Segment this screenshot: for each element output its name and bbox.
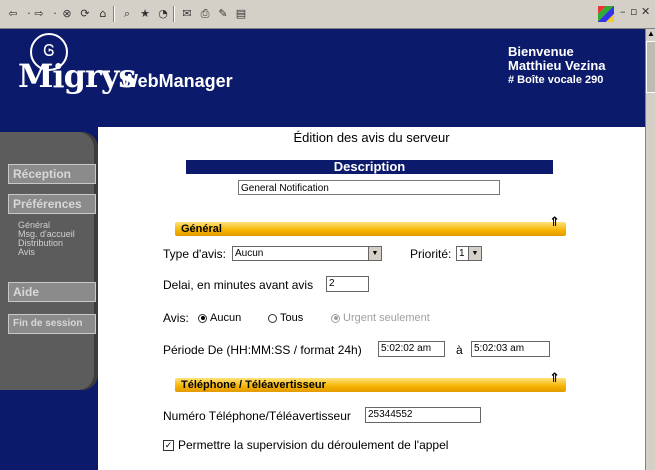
windows-logo-icon: [598, 6, 614, 22]
phone-section-bar: Téléphone / Téléavertisseur ⇑: [175, 372, 566, 392]
refresh-icon[interactable]: ⟳: [78, 7, 92, 21]
period-label: Période De (HH:MM:SS / format 24h): [163, 343, 362, 357]
radio-urgent: Urgent seulement: [331, 312, 430, 324]
back-arrow-icon[interactable]: ⇦: [6, 7, 20, 21]
type-select[interactable]: Aucun ▼: [232, 246, 382, 261]
delay-input[interactable]: 2: [326, 276, 369, 292]
collapse-arrow-icon[interactable]: ⇑: [549, 216, 560, 230]
phone-number-input[interactable]: 25344552: [365, 407, 481, 423]
logo-text: Migrys: [18, 57, 136, 95]
search-icon[interactable]: ⌕: [120, 7, 134, 21]
type-label: Type d'avis:: [163, 247, 226, 261]
main-content: Édition des avis du serveur Description …: [98, 127, 645, 470]
left-nav: Réception Préférences Général Msg. d'acc…: [0, 132, 98, 390]
priority-select-value: 1: [459, 248, 465, 259]
checkbox-box[interactable]: ✓: [163, 440, 174, 452]
nav-item-reception[interactable]: Réception: [8, 164, 96, 184]
general-section-bar: Général ⇑: [175, 216, 566, 236]
app-header: Ꮆ Migrys WebManager Bienvenue Matthieu V…: [0, 29, 645, 127]
welcome-text: Bienvenue: [508, 44, 574, 59]
phone-number-label: Numéro Téléphone/Téléavertisseur: [163, 409, 351, 423]
supervision-checkbox[interactable]: ✓ Permettre la supervision du déroulement…: [163, 438, 448, 452]
stop-icon[interactable]: ⊗: [60, 7, 74, 21]
restore-icon[interactable]: ▫: [630, 5, 637, 18]
period-separator: à: [456, 343, 463, 357]
period-from-input[interactable]: 5:02:02 am: [378, 341, 445, 357]
scroll-up-icon[interactable]: ▲: [647, 29, 655, 38]
app-title: WebManager: [121, 71, 233, 91]
discuss-icon[interactable]: ▤: [234, 7, 248, 21]
dropdown-arrow-icon[interactable]: ▼: [368, 247, 381, 260]
print-icon[interactable]: ⎙: [198, 7, 212, 21]
radio-tous-label: Tous: [280, 312, 304, 324]
mailbox-number: # Boîte vocale 290: [508, 74, 604, 86]
favorites-icon[interactable]: ★: [138, 7, 152, 21]
description-input[interactable]: General Notification: [238, 180, 500, 195]
avis-label: Avis:: [163, 311, 189, 325]
general-section-title: Général: [181, 223, 222, 235]
type-select-value: Aucun: [235, 248, 264, 259]
nav-item-help[interactable]: Aide: [8, 282, 96, 302]
priority-label: Priorité:: [410, 247, 452, 261]
welcome-block: Bienvenue Matthieu Vezina # Boîte vocale…: [508, 45, 606, 87]
nav-subitem-notifications[interactable]: Avis: [18, 247, 35, 257]
nav-item-preferences[interactable]: Préférences: [8, 194, 96, 214]
minimize-icon[interactable]: –: [620, 5, 626, 18]
radio-tous[interactable]: Tous: [268, 312, 303, 324]
radio-urgent-label: Urgent seulement: [343, 312, 430, 324]
radio-aucun-label: Aucun: [210, 312, 242, 324]
supervision-label: Permettre la supervision du déroulement …: [178, 438, 449, 452]
vertical-scrollbar[interactable]: ▲: [645, 29, 655, 470]
history-icon[interactable]: ◔: [156, 7, 170, 21]
delay-label: Delai, en minutes avant avis: [163, 278, 314, 292]
forward-arrow-icon[interactable]: ⇨: [32, 7, 46, 21]
close-icon[interactable]: ✕: [641, 5, 650, 18]
user-name: Matthieu Vezina: [508, 58, 606, 73]
dropdown-arrow-icon[interactable]: ▼: [468, 247, 481, 260]
radio-aucun[interactable]: Aucun: [198, 312, 241, 324]
phone-section-title: Téléphone / Téléavertisseur: [181, 379, 326, 391]
scroll-thumb[interactable]: [646, 41, 655, 93]
edit-icon[interactable]: ✎: [216, 7, 230, 21]
radio-button[interactable]: [268, 313, 277, 323]
nav-item-logout[interactable]: Fin de session: [8, 314, 96, 334]
mail-icon[interactable]: ✉: [180, 7, 194, 21]
page-title: Édition des avis du serveur: [293, 130, 450, 145]
description-header: Description: [186, 160, 553, 174]
collapse-arrow-icon[interactable]: ⇑: [549, 372, 560, 386]
priority-select[interactable]: 1 ▼: [456, 246, 482, 261]
home-icon[interactable]: ⌂: [96, 7, 110, 21]
browser-toolbar: ⇦ · ⇨ · ⊗ ⟳ ⌂ ⌕ ★ ◔ ✉ ⎙ ✎ ▤ – ▫ ✕: [0, 0, 655, 29]
radio-button[interactable]: [198, 313, 207, 323]
period-to-input[interactable]: 5:02:03 am: [471, 341, 550, 357]
radio-button: [331, 313, 340, 323]
